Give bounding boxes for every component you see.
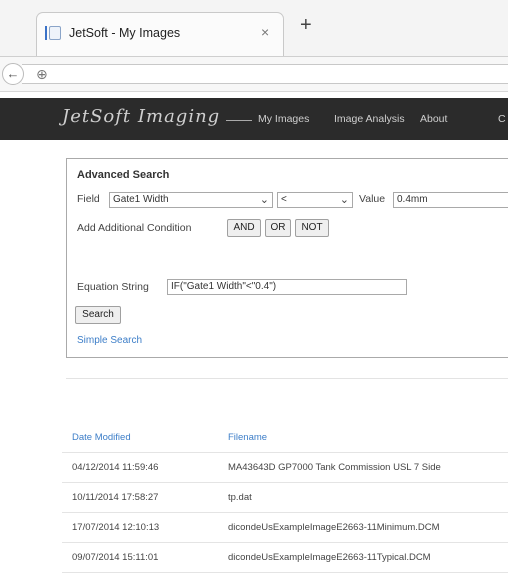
close-tab-icon[interactable]: × bbox=[261, 24, 269, 40]
equation-input[interactable]: IF("Gate1 Width"<"0.4") bbox=[167, 279, 407, 295]
chevron-down-icon: ⌄ bbox=[339, 194, 349, 206]
column-header-filename[interactable]: Filename bbox=[228, 432, 267, 443]
brand-underline bbox=[226, 120, 252, 121]
operator-select-value: < bbox=[281, 194, 287, 205]
nav-about[interactable]: About bbox=[420, 113, 447, 125]
new-tab-button[interactable]: + bbox=[300, 15, 312, 35]
cell-filename[interactable]: tp.dat bbox=[228, 492, 252, 503]
cell-filename[interactable]: MA43643D GP7000 Tank Commission USL 7 Si… bbox=[228, 462, 441, 473]
browser-tab[interactable]: JetSoft - My Images × bbox=[36, 12, 284, 56]
cell-date: 10/11/2014 17:58:27 bbox=[72, 492, 159, 503]
value-label: Value bbox=[359, 193, 386, 205]
field-select-value: Gate1 Width bbox=[113, 194, 169, 205]
back-button[interactable]: ← bbox=[2, 63, 24, 85]
url-field[interactable] bbox=[22, 64, 508, 84]
add-condition-label: Add Additional Condition bbox=[77, 222, 192, 234]
field-select[interactable]: Gate1 Width ⌄ bbox=[109, 192, 273, 208]
equation-label: Equation String bbox=[77, 281, 149, 293]
browser-tab-strip: JetSoft - My Images × + bbox=[0, 0, 508, 56]
or-button[interactable]: OR bbox=[265, 219, 291, 237]
address-bar: ← ⊕ bbox=[0, 56, 508, 92]
not-button[interactable]: NOT bbox=[295, 219, 329, 237]
row-divider bbox=[62, 542, 508, 543]
nav-more[interactable]: C bbox=[498, 113, 506, 125]
row-divider bbox=[62, 452, 508, 453]
nav-my-images[interactable]: My Images bbox=[258, 113, 309, 125]
advanced-search-panel: Advanced Search Field Gate1 Width ⌄ < ⌄ … bbox=[66, 158, 508, 358]
brand-logo[interactable]: JetSoft Imaging bbox=[62, 106, 220, 127]
row-divider bbox=[62, 512, 508, 513]
column-header-date[interactable]: Date Modified bbox=[72, 432, 131, 443]
tab-title: JetSoft - My Images bbox=[69, 26, 181, 40]
nav-image-analysis[interactable]: Image Analysis bbox=[334, 113, 405, 125]
row-divider bbox=[62, 572, 508, 573]
page-icon bbox=[45, 26, 61, 40]
site-navbar: JetSoft Imaging My Images Image Analysis… bbox=[0, 98, 508, 140]
cell-date: 04/12/2014 11:59:46 bbox=[72, 462, 159, 473]
globe-icon: ⊕ bbox=[36, 66, 48, 82]
cell-filename[interactable]: dicondeUsExampleImageE2663-11Typical.DCM bbox=[228, 552, 431, 563]
panel-title: Advanced Search bbox=[77, 169, 170, 181]
section-divider bbox=[66, 378, 508, 379]
row-divider bbox=[62, 482, 508, 483]
field-label: Field bbox=[77, 193, 100, 205]
chevron-down-icon: ⌄ bbox=[259, 194, 269, 206]
cell-date: 17/07/2014 12:10:13 bbox=[72, 522, 160, 533]
cell-date: 09/07/2014 15:11:01 bbox=[72, 552, 159, 563]
search-button[interactable]: Search bbox=[75, 306, 121, 324]
and-button[interactable]: AND bbox=[227, 219, 261, 237]
value-input[interactable]: 0.4mm bbox=[393, 192, 508, 208]
cell-filename[interactable]: dicondeUsExampleImageE2663-11Minimum.DCM bbox=[228, 522, 440, 533]
operator-select[interactable]: < ⌄ bbox=[277, 192, 353, 208]
simple-search-link[interactable]: Simple Search bbox=[77, 335, 142, 346]
